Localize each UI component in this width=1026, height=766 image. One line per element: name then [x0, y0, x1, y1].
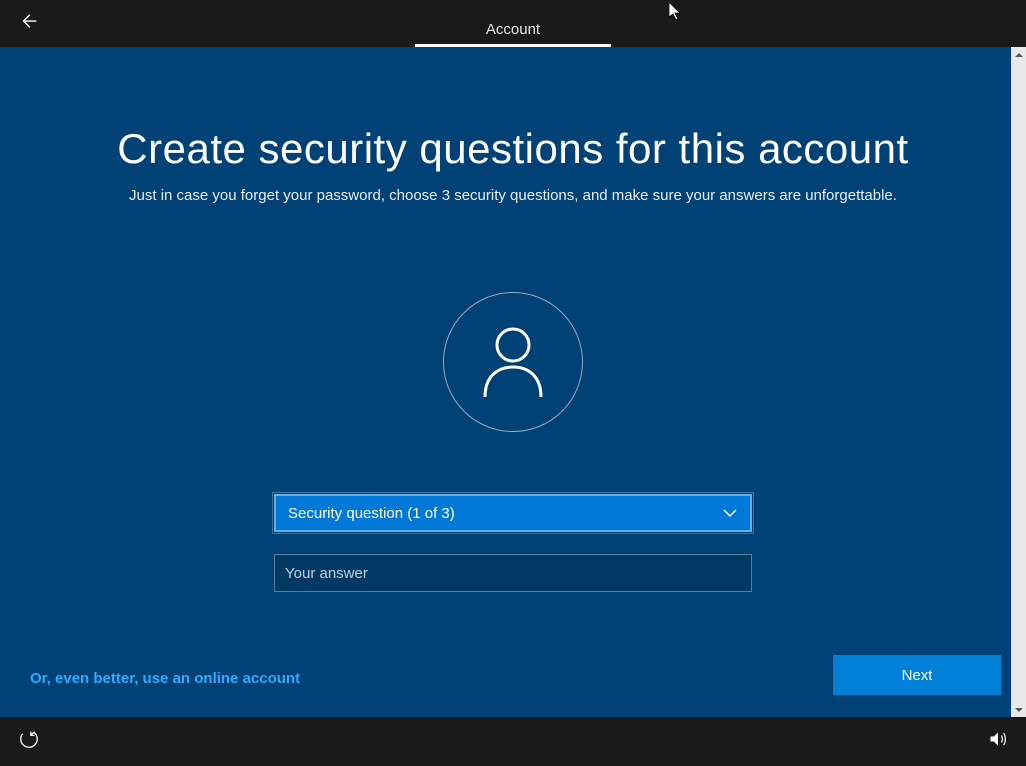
- scroll-up-icon[interactable]: [1011, 47, 1026, 62]
- top-bar: Account: [0, 0, 1026, 47]
- tab-account-label: Account: [486, 21, 540, 44]
- online-account-link[interactable]: Or, even better, use an online account: [30, 670, 300, 687]
- scrollbar[interactable]: [1011, 47, 1026, 717]
- main-panel: Create security questions for this accou…: [0, 47, 1026, 717]
- form-block: Security question (1 of 3): [274, 494, 752, 592]
- page-title: Create security questions for this accou…: [0, 125, 1026, 173]
- chevron-down-icon: [722, 505, 738, 521]
- bottom-bar: [0, 717, 1026, 766]
- page-subtitle: Just in case you forget your password, c…: [0, 187, 1026, 204]
- back-icon[interactable]: [18, 10, 40, 37]
- security-question-select-label: Security question (1 of 3): [288, 505, 455, 522]
- user-avatar: [443, 292, 583, 432]
- answer-input[interactable]: [274, 554, 752, 592]
- person-icon: [481, 325, 545, 399]
- scroll-down-icon[interactable]: [1011, 702, 1026, 717]
- next-button[interactable]: Next: [833, 655, 1001, 695]
- ease-of-access-icon[interactable]: [18, 728, 40, 755]
- volume-icon[interactable]: [988, 729, 1008, 754]
- security-question-select[interactable]: Security question (1 of 3): [274, 494, 752, 532]
- tab-account[interactable]: Account: [415, 0, 611, 47]
